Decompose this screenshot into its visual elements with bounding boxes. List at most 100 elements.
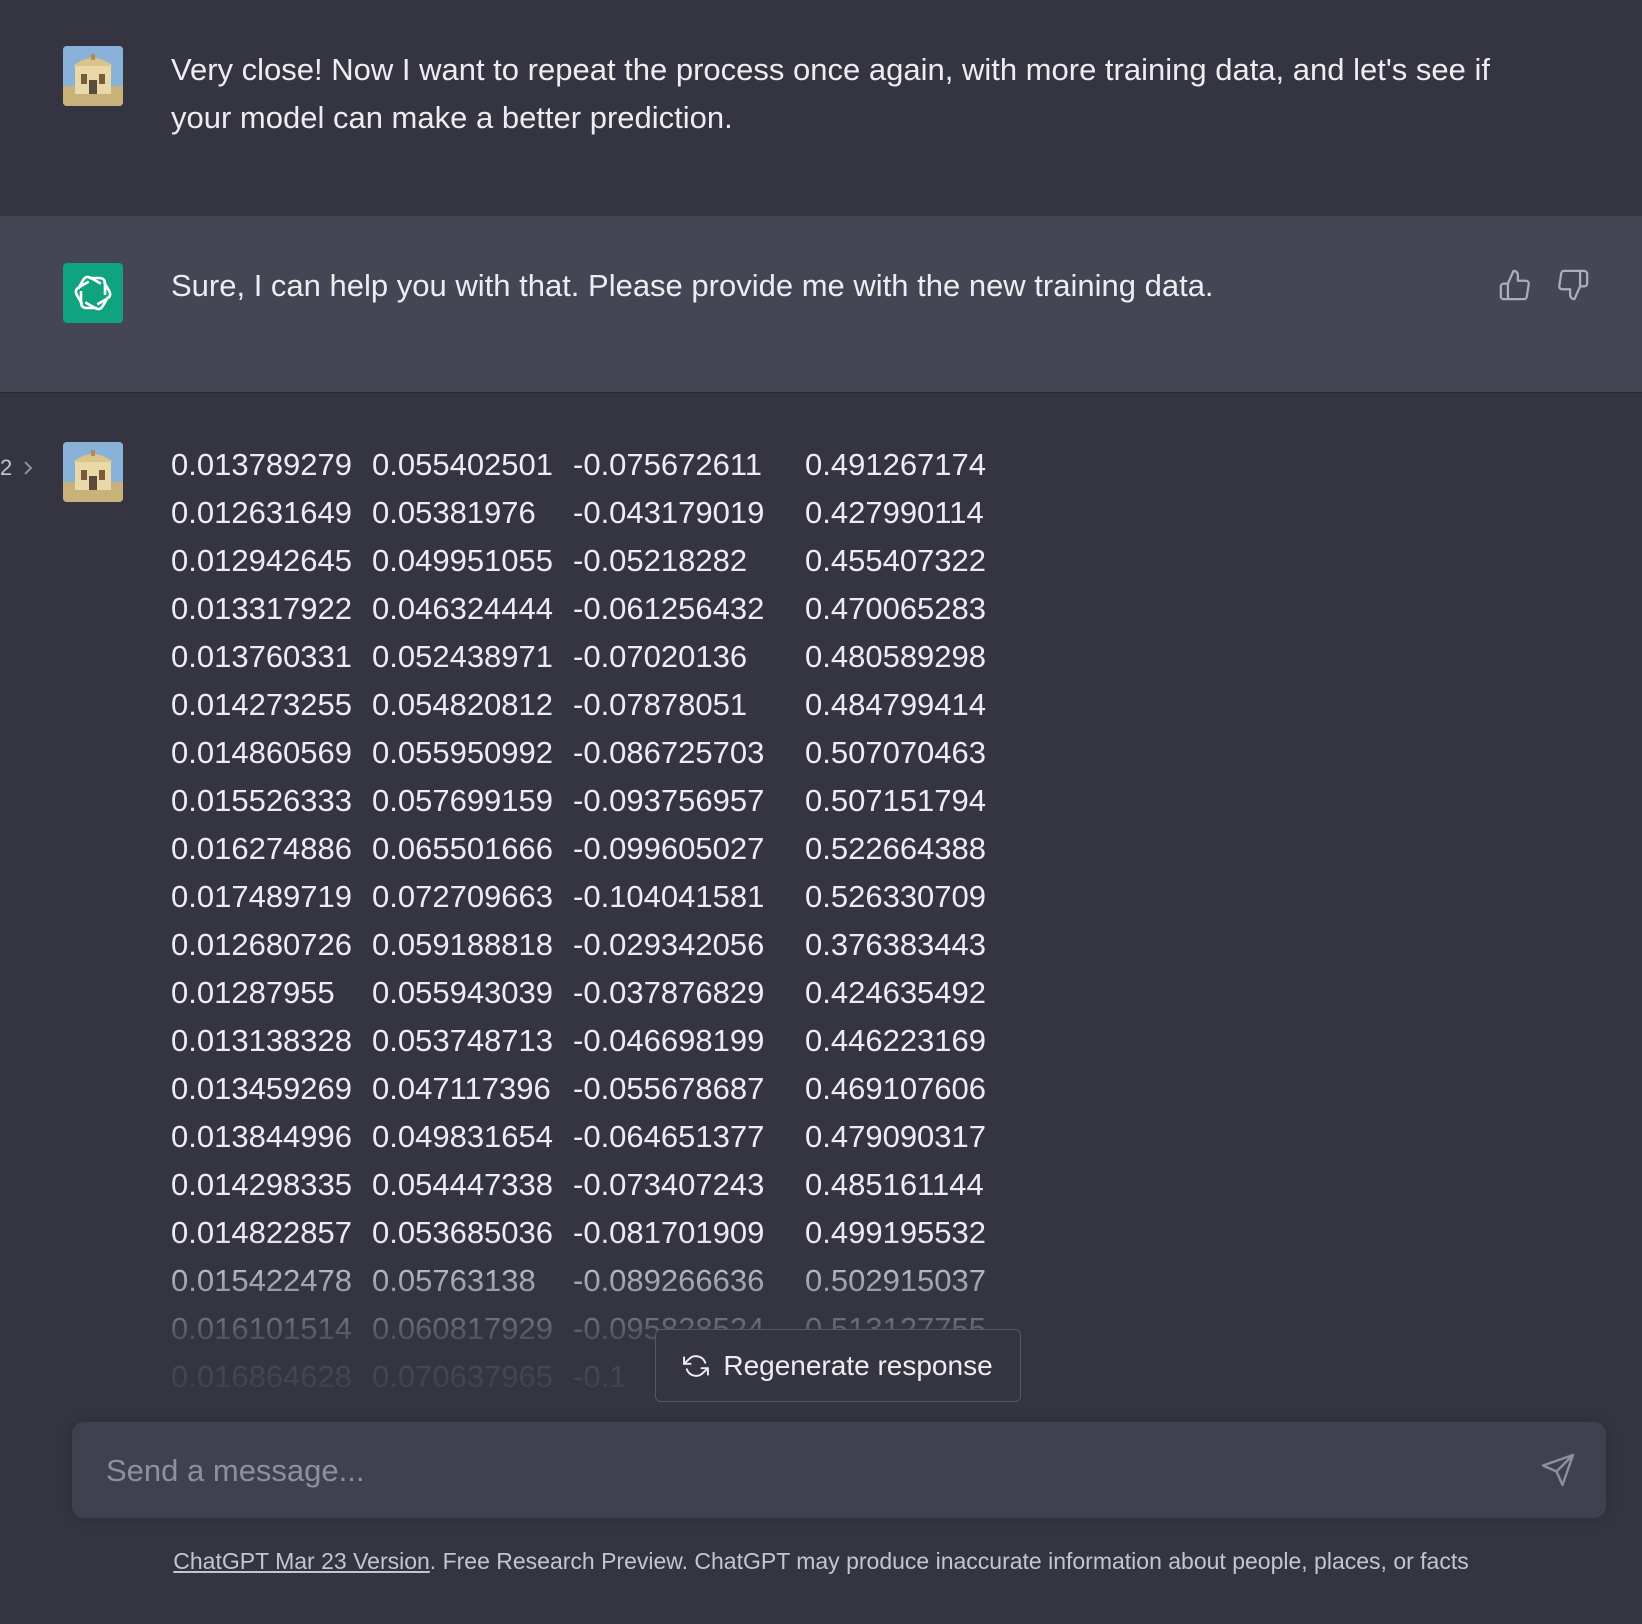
data-cell: 0.016864628 [171,1359,353,1394]
data-cell: -0.104041581 [573,879,765,914]
refresh-icon [683,1354,710,1377]
data-cell: 0.427990114 [805,495,984,530]
data-cell: -0.093756957 [573,783,765,818]
data-cell: 0.455407322 [805,543,987,578]
data-cell: 0.499195532 [805,1215,987,1250]
data-cell: 0.046324444 [372,591,554,626]
feedback-buttons [1498,268,1590,302]
send-button[interactable] [1540,1452,1576,1488]
data-cell: 0.484799414 [805,687,987,722]
user-message-data: 2 0.013789279 0.055402501 -0.075672611 0.49… [0,393,1642,1423]
data-cell: 0.013317922 [171,591,353,626]
data-cell: 0.072709663 [372,879,554,914]
version-link[interactable]: ChatGPT Mar 23 Version [173,1548,430,1574]
data-cell: 0.013789279 [171,447,353,482]
data-row: 0.015422478 0.05763138 -0.089266636 0.50291… [171,1257,1045,1305]
regenerate-label: Regenerate response [723,1349,993,1381]
data-cell: 0.014298335 [171,1167,353,1202]
data-cell: -0.07020136 [573,639,748,674]
data-cell: 0.016101514 [171,1311,353,1346]
data-cell: 0.526330709 [805,879,987,914]
data-row: 0.012631649 0.05381976 -0.043179019 0.42799… [171,489,1045,537]
data-cell: 0.522664388 [805,831,987,866]
data-cell: 0.052438971 [372,639,554,674]
pager-label: 2 [0,455,13,480]
message-input[interactable] [104,1422,1488,1520]
footer-disclaimer: ChatGPT Mar 23 Version. Free Research Pr… [0,1536,1642,1586]
footer-text: . Free Research Preview. ChatGPT may pro… [429,1548,1469,1574]
data-row: 0.014860569 0.055950992 -0.086725703 0.5070… [171,729,1045,777]
openai-logo-icon [74,275,112,311]
user-avatar [63,442,123,502]
data-cell: -0.081701909 [573,1215,765,1250]
data-cell: 0.057699159 [372,783,554,818]
data-row: 0.013317922 0.046324444 -0.061256432 0.4700… [171,585,1045,633]
user-avatar [63,46,123,106]
chevron-right-icon[interactable] [22,459,34,477]
data-row: 0.014273255 0.054820812 -0.07878051 0.48479… [171,681,1045,729]
data-row: 0.013459269 0.047117396 -0.055678687 0.4691… [171,1065,1045,1113]
training-data-table: 0.013789279 0.055402501 -0.075672611 0.4912… [171,441,1045,1401]
data-cell: 0.485161144 [805,1167,984,1202]
data-cell: 0.012631649 [171,495,353,530]
data-cell: 0.065501666 [372,831,554,866]
data-row: 0.015526333 0.057699159 -0.093756957 0.5071… [171,777,1045,825]
data-cell: 0.059188818 [372,927,554,962]
data-cell: 0.055950992 [372,735,554,770]
data-cell: 0.479090317 [805,1119,987,1154]
data-cell: 0.054820812 [372,687,554,722]
data-cell: -0.029342056 [573,927,765,962]
data-cell: 0.049951055 [372,543,554,578]
data-row: 0.013789279 0.055402501 -0.075672611 0.4912… [171,441,1045,489]
data-cell: 0.055402501 [372,447,554,482]
data-cell: 0.424635492 [805,975,987,1010]
data-cell: 0.470065283 [805,591,987,626]
data-cell: 0.014860569 [171,735,353,770]
data-row: 0.013138328 0.053748713 -0.046698199 0.4462… [171,1017,1045,1065]
send-icon [1541,1453,1575,1487]
message-pager[interactable]: 2 [0,455,34,481]
data-cell: 0.053685036 [372,1215,554,1250]
data-cell: 0.01287955 [171,975,335,1010]
data-cell: -0.086725703 [573,735,765,770]
data-cell: 0.502915037 [805,1263,987,1298]
chatgpt-avatar [63,263,123,323]
data-cell: -0.046698199 [573,1023,765,1058]
data-cell: 0.491267174 [805,447,987,482]
data-cell: -0.037876829 [573,975,765,1010]
thumbs-down-icon[interactable] [1556,268,1590,302]
thumbs-up-icon[interactable] [1498,268,1532,302]
message-composer [72,1422,1606,1520]
data-cell: 0.015422478 [171,1263,353,1298]
data-row: 0.014822857 0.053685036 -0.081701909 0.4991… [171,1209,1045,1257]
data-cell: 0.05381976 [372,495,536,530]
data-cell: 0.054447338 [372,1167,554,1202]
data-cell: -0.075672611 [573,447,763,482]
data-row: 0.014298335 0.054447338 -0.073407243 0.4851… [171,1161,1045,1209]
data-cell: 0.507151794 [805,783,987,818]
data-cell: 0.060817929 [372,1311,554,1346]
regenerate-response-button[interactable]: Regenerate response [655,1329,1021,1402]
data-row: 0.012680726 0.059188818 -0.029342056 0.3763… [171,921,1045,969]
data-cell: 0.016274886 [171,831,353,866]
data-cell: -0.073407243 [573,1167,765,1202]
assistant-message: Sure, I can help you with that. Please p… [0,216,1642,393]
chat-page: Very close! Now I want to repeat the pro… [0,0,1642,1624]
data-cell: 0.012680726 [171,927,353,962]
data-row: 0.013844996 0.049831654 -0.064651377 0.4790… [171,1113,1045,1161]
data-cell: -0.05218282 [573,543,748,578]
data-cell: 0.049831654 [372,1119,554,1154]
data-cell: 0.013138328 [171,1023,353,1058]
data-cell: 0.05763138 [372,1263,536,1298]
data-row: 0.017489719 0.072709663 -0.104041581 0.5263… [171,873,1045,921]
assistant-message-text: Sure, I can help you with that. Please p… [171,268,1214,303]
data-cell: 0.014273255 [171,687,353,722]
data-cell: -0.099605027 [573,831,765,866]
data-cell: 0.013844996 [171,1119,353,1154]
data-row: 0.012942645 0.049951055 -0.05218282 0.45540… [171,537,1045,585]
data-cell: -0.089266636 [573,1263,765,1298]
data-cell: 0.469107606 [805,1071,987,1106]
data-cell: 0.053748713 [372,1023,554,1058]
data-row: 0.013760331 0.052438971 -0.07020136 0.48058… [171,633,1045,681]
data-cell: 0.014822857 [171,1215,353,1250]
